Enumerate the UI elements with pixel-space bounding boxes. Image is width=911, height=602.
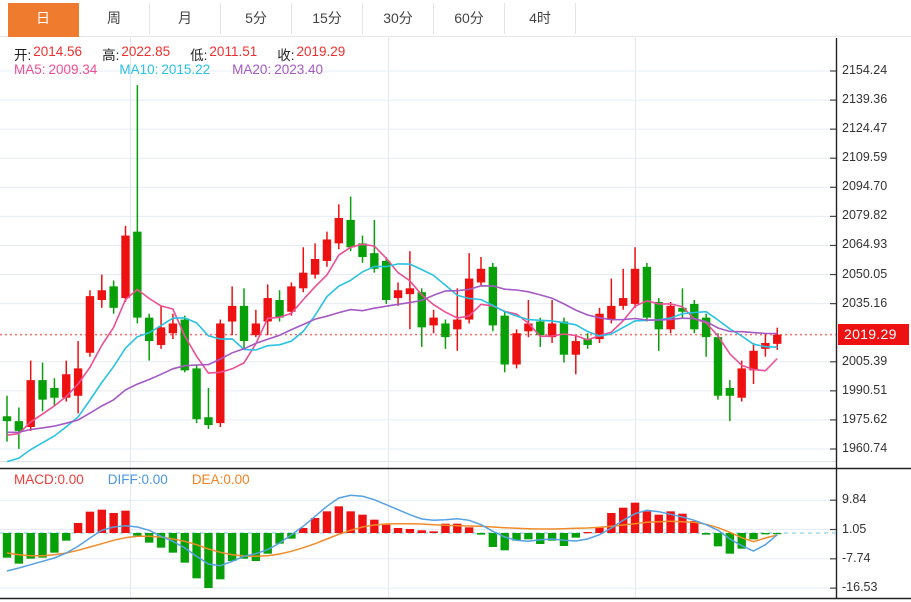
open-value: 2014.56 [33, 44, 83, 59]
price-tick-label: 2079.82 [842, 208, 888, 223]
ma-readout: MA5: 2009.34 MA10: 2015.22 MA20: 2023.40 [14, 62, 345, 77]
ma10-value: 2015.22 [161, 62, 211, 77]
last-price-tag: 2019.29 [838, 324, 909, 346]
dea-label: DEA: [191, 472, 224, 487]
kline-trading-app: 2154.24 2139.36 2124.47 2109.59 2094.70 2079.… [0, 0, 911, 602]
price-tick-label: 2139.36 [842, 92, 888, 107]
tab-5min[interactable]: 5分 [221, 3, 292, 34]
price-tick-label: 2094.70 [842, 179, 888, 194]
macd-tick-label: -7.74 [842, 550, 871, 565]
ma20-label: MA20: [232, 62, 272, 77]
diff-value: 0.00 [141, 472, 168, 487]
diff-value-readout: DIFF:0.00 [108, 472, 168, 487]
tab-60min[interactable]: 60分 [434, 3, 505, 34]
dea-value: 0.00 [223, 472, 250, 487]
open-label: 开: [14, 48, 32, 63]
tab-15min[interactable]: 15分 [292, 3, 363, 34]
price-tick-label: 1975.62 [842, 411, 888, 426]
price-tick-label: 2050.05 [842, 266, 888, 281]
close-label: 收: [277, 48, 295, 63]
price-tick-label: 1990.51 [842, 382, 888, 397]
high-value: 2022.85 [121, 44, 171, 59]
timeframe-tabbar: 日 周 月 5分 15分 30分 60分 4时 [0, 0, 911, 37]
ohlc-readout: 开: 2014.56 高: 2022.85 低: 2011.51 收: 2019… [14, 44, 365, 64]
ma20-value: 2023.40 [274, 62, 324, 77]
macd-readout: MACD:0.00 DIFF:0.00 DEA:0.00 [14, 472, 274, 487]
candlestick-chart-canvas[interactable] [0, 0, 911, 602]
macd-value-readout: MACD:0.00 [14, 472, 84, 487]
price-tick-label: 2154.24 [842, 63, 888, 77]
low-value: 2011.51 [209, 44, 258, 59]
tab-month[interactable]: 月 [150, 3, 221, 34]
price-tick-label: 2124.47 [842, 121, 888, 136]
macd-tick-label: 9.84 [842, 492, 867, 507]
tab-30min[interactable]: 30分 [363, 3, 434, 34]
ma10-label: MA10: [119, 62, 159, 77]
ma5-value: 2009.34 [48, 62, 98, 77]
macd-tick-label: -16.53 [842, 580, 878, 595]
price-tick-label: 2035.16 [842, 295, 888, 310]
tab-4hour[interactable]: 4时 [505, 3, 576, 34]
diff-label: DIFF: [107, 472, 142, 487]
chart-region: 2154.24 2139.36 2124.47 2109.59 2094.70 2079.… [0, 0, 911, 602]
price-tick-label: 2064.93 [842, 237, 888, 252]
price-tick-label: 1960.74 [842, 441, 888, 455]
high-label: 高: [102, 48, 120, 63]
ma5-readout: MA5: 2009.34 [14, 62, 97, 77]
dea-value-readout: DEA:0.00 [192, 472, 250, 487]
macd-label: MACD: [14, 472, 58, 487]
ma20-readout: MA20: 2023.40 [232, 62, 323, 77]
ma10-readout: MA10: 2015.22 [119, 62, 210, 77]
low-label: 低: [190, 48, 208, 63]
macd-value: 0.00 [57, 472, 84, 487]
price-tick-label: 2005.39 [842, 353, 888, 368]
price-tick-label: 2109.59 [842, 150, 888, 165]
tab-week[interactable]: 周 [79, 3, 150, 34]
close-value: 2019.29 [296, 44, 346, 59]
tab-day[interactable]: 日 [8, 3, 79, 34]
macd-tick-label: 1.05 [842, 521, 867, 536]
ma5-label: MA5: [14, 62, 46, 77]
